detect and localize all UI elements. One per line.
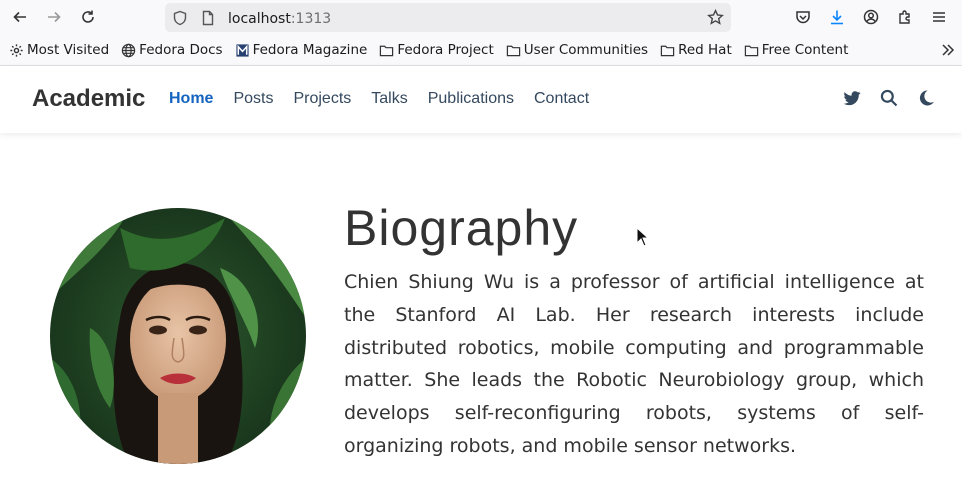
menu-icon [933, 12, 945, 22]
bookmark-label: Fedora Project [397, 42, 494, 58]
nav-publications[interactable]: Publications [428, 90, 514, 108]
bookmark-label: Free Content [761, 42, 849, 58]
globe-icon [121, 43, 136, 57]
back-button[interactable] [3, 0, 37, 34]
site-nav-links: Home Posts Projects Talks Publications C… [169, 90, 609, 108]
nav-projects[interactable]: Projects [293, 90, 351, 108]
site-brand[interactable]: Academic [32, 85, 145, 113]
dark-mode-icon[interactable] [916, 88, 936, 108]
gear-icon [10, 43, 23, 57]
download-button[interactable] [820, 0, 854, 34]
bookmark-label: Most Visited [27, 42, 110, 58]
twitter-icon[interactable] [842, 88, 862, 108]
reload-icon [82, 10, 94, 23]
search-icon[interactable] [879, 88, 899, 108]
bookmark-red-hat[interactable]: Red Hat [660, 42, 732, 58]
site-nav-icons [842, 88, 936, 108]
nav-home[interactable]: Home [169, 90, 213, 108]
account-icon [863, 9, 879, 25]
forward-button[interactable] [37, 0, 71, 34]
extensions-button[interactable] [888, 0, 922, 34]
bookmark-label: Fedora Magazine [252, 42, 368, 58]
page-info-icon[interactable] [200, 10, 216, 26]
profile-avatar [50, 208, 306, 464]
bookmark-fedora-docs[interactable]: Fedora Docs [121, 42, 223, 58]
toolbar-right [786, 0, 956, 34]
site-navbar: Academic Home Posts Projects Talks Publi… [0, 66, 962, 133]
bookmark-fedora-magazine[interactable]: Fedora Magazine [235, 42, 368, 58]
biography-heading: Biography [344, 200, 579, 256]
main-content: Biography Chien Shiung Wu is a professor… [0, 133, 962, 477]
nav-contact[interactable]: Contact [534, 90, 589, 108]
bookmark-most-visited[interactable]: Most Visited [9, 42, 109, 58]
magazine-icon [235, 43, 249, 57]
chevron-double-right-icon[interactable] [940, 42, 956, 58]
forward-icon [48, 11, 61, 23]
folder-icon [744, 45, 758, 56]
browser-toolbar: localhost:1313 [0, 0, 962, 35]
nav-talks[interactable]: Talks [371, 90, 407, 108]
bookmark-label: Red Hat [678, 42, 732, 58]
bookmark-label: User Communities [523, 42, 649, 58]
back-icon [13, 11, 26, 23]
mouse-cursor-icon [636, 227, 650, 247]
pocket-button[interactable] [786, 0, 820, 34]
url-host: localhost [228, 11, 291, 27]
app-menu-button[interactable] [922, 0, 956, 34]
reload-button[interactable] [71, 0, 105, 34]
account-button[interactable] [854, 0, 888, 34]
bookmarks-bar: Most Visited Fedora Docs Fedora Magazine… [0, 35, 962, 66]
nav-posts[interactable]: Posts [233, 90, 273, 108]
folder-icon [380, 45, 394, 56]
extensions-icon [899, 10, 910, 24]
url-text[interactable]: localhost:1313 [216, 8, 331, 27]
download-icon [831, 10, 843, 25]
biography-text: Chien Shiung Wu is a professor of artifi… [344, 271, 924, 457]
url-port: :1313 [290, 11, 332, 27]
pocket-icon [796, 11, 810, 24]
folder-icon [660, 45, 675, 56]
address-bar[interactable]: localhost:1313 [165, 3, 731, 32]
bookmark-star-icon[interactable] [707, 9, 724, 26]
bookmark-user-communities[interactable]: User Communities [506, 42, 648, 58]
bookmark-label: Fedora Docs [139, 42, 223, 58]
bookmark-fedora-project[interactable]: Fedora Project [379, 42, 494, 58]
bookmark-free-content[interactable]: Free Content [744, 42, 849, 58]
folder-icon [506, 45, 520, 56]
shield-icon[interactable] [172, 10, 188, 26]
